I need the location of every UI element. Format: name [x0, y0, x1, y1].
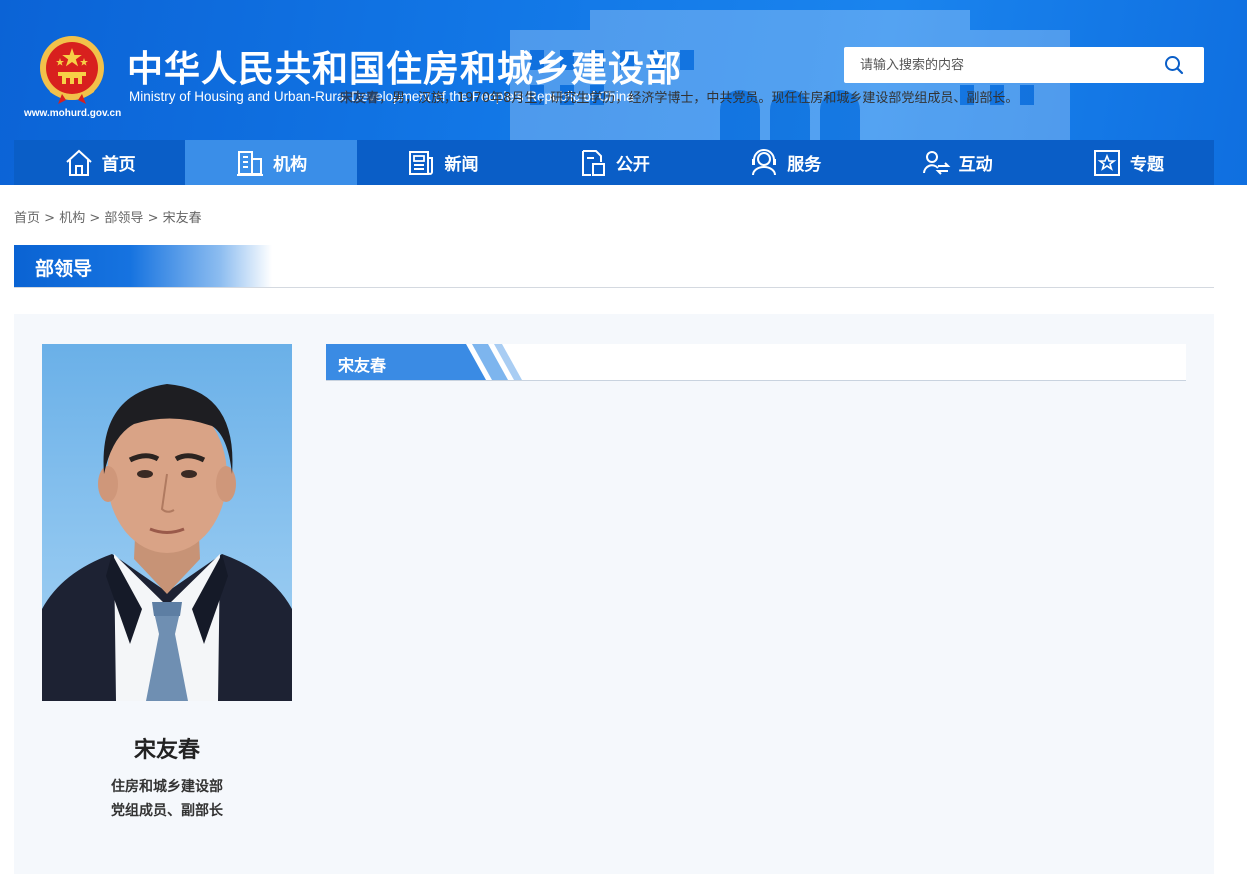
- person-position: 党组成员、副部长: [111, 803, 223, 819]
- building-icon: [237, 150, 264, 176]
- person-organization: 住房和城乡建设部: [111, 779, 223, 795]
- biography-body: ，男，汉族，1970年8月生，研究生学历，经济学博士，中共党员。现任住房和城乡建…: [379, 91, 1019, 106]
- search-input[interactable]: [844, 47, 1154, 83]
- topic-icon: [1094, 149, 1121, 176]
- news-icon: [409, 150, 434, 175]
- site-url: www.mohurd.gov.cn: [24, 108, 122, 119]
- breadcrumb-separator: >: [89, 211, 101, 226]
- nav-item-home[interactable]: 首页: [14, 140, 185, 185]
- breadcrumb-home[interactable]: 首页: [14, 211, 40, 226]
- nav-item-label: 互动: [958, 155, 993, 175]
- nav-item-topics[interactable]: 专题: [1042, 140, 1213, 185]
- nav-item-disclosure[interactable]: 公开: [528, 140, 699, 185]
- site-title-cn[interactable]: 中华人民共和国住房和城乡建设部: [127, 40, 682, 92]
- person-name: 宋友春: [133, 738, 200, 763]
- nav-item-label: 公开: [615, 155, 650, 175]
- nav-item-institutions[interactable]: 机构: [185, 140, 357, 185]
- portrait-illustration: [42, 384, 292, 701]
- breadcrumb-separator: >: [147, 211, 159, 226]
- home-icon: [66, 149, 92, 176]
- nav-item-interaction[interactable]: 互动: [871, 140, 1042, 185]
- nav-item-label: 服务: [787, 155, 822, 175]
- nav-item-label: 首页: [101, 155, 136, 175]
- service-icon: [752, 148, 777, 175]
- section-header: 部领导: [14, 245, 1214, 288]
- breadcrumb-leaders[interactable]: 部领导: [104, 211, 143, 226]
- search-icon[interactable]: [1164, 55, 1184, 75]
- breadcrumb: 首页 > 机构 > 部领导 > 宋友春: [14, 207, 202, 226]
- nav-item-news[interactable]: 新闻: [357, 140, 528, 185]
- nav-item-label: 新闻: [444, 155, 479, 175]
- portrait-photo: [42, 344, 292, 701]
- bio-header: 宋友春: [326, 344, 1186, 381]
- section-title: 部领导: [35, 258, 93, 280]
- national-emblem-icon: [40, 36, 104, 104]
- disclosure-icon: [581, 149, 605, 176]
- search-box: [844, 47, 1204, 83]
- main-nav: 首页 机构 新闻 公开 服务 互动 专题: [14, 140, 1214, 185]
- breadcrumb-current: 宋友春: [162, 211, 202, 226]
- interaction-icon: [922, 150, 951, 175]
- section-tab: 部领导: [14, 245, 272, 287]
- bio-header-name: 宋友春: [338, 356, 387, 375]
- nav-item-label: 专题: [1130, 155, 1165, 175]
- biography-text: 宋友春，男，汉族，1970年8月生，研究生学历，经济学博士，中共党员。现任住房和…: [340, 88, 1170, 110]
- breadcrumb-institutions[interactable]: 机构: [59, 211, 85, 226]
- nav-item-label: 机构: [273, 155, 308, 175]
- profile-panel: 宋友春 住房和城乡建设部 党组成员、副部长 宋友春: [14, 314, 1214, 874]
- nav-item-service[interactable]: 服务: [700, 140, 871, 185]
- breadcrumb-separator: >: [44, 211, 56, 226]
- biography-name: 宋友春: [340, 91, 380, 106]
